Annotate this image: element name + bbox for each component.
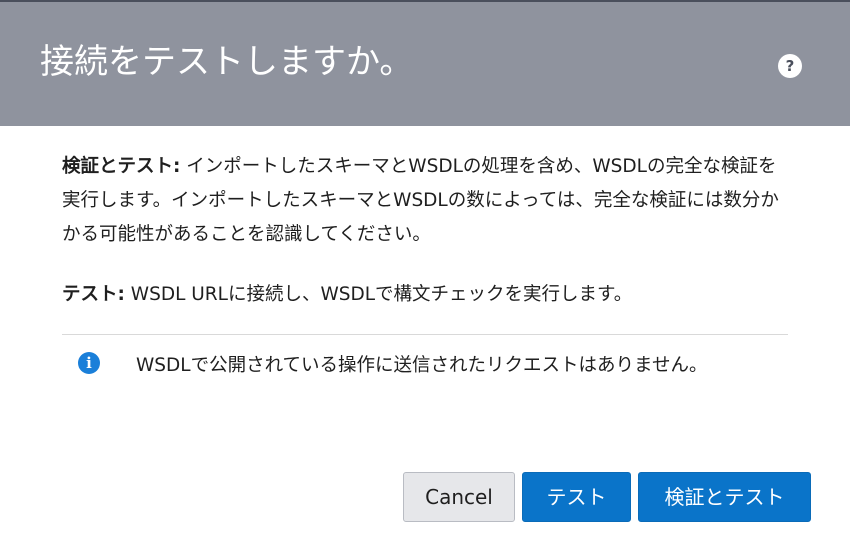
dialog-body: 検証とテスト: インポートしたスキーマとWSDLの処理を含め、WSDLの完全な検…: [62, 150, 790, 312]
test-label: テスト:: [62, 284, 125, 305]
validate-and-test-description: 検証とテスト: インポートしたスキーマとWSDLの処理を含め、WSDLの完全な検…: [62, 150, 790, 252]
divider: [62, 334, 788, 335]
dialog-title: 接続をテストしますか。: [40, 42, 414, 82]
test-text: WSDL URLに接続し、WSDLで構文チェックを実行します。: [124, 284, 633, 305]
info-message: WSDLで公開されている操作に送信されたリクエストはありません。: [136, 355, 708, 376]
help-icon[interactable]: ?: [778, 54, 802, 78]
cancel-button[interactable]: Cancel: [403, 472, 515, 522]
info-icon: i: [78, 352, 100, 374]
validate-and-test-label: 検証とテスト:: [62, 156, 181, 177]
test-connection-dialog: 接続をテストしますか。 ? 検証とテスト: インポートしたスキーマとWSDLの処…: [0, 0, 850, 558]
validate-and-test-button[interactable]: 検証とテスト: [638, 472, 811, 522]
dialog-header: 接続をテストしますか。 ?: [0, 2, 850, 126]
test-button[interactable]: テスト: [522, 472, 631, 522]
test-description: テスト: WSDL URLに接続し、WSDLで構文チェックを実行します。: [62, 278, 790, 312]
